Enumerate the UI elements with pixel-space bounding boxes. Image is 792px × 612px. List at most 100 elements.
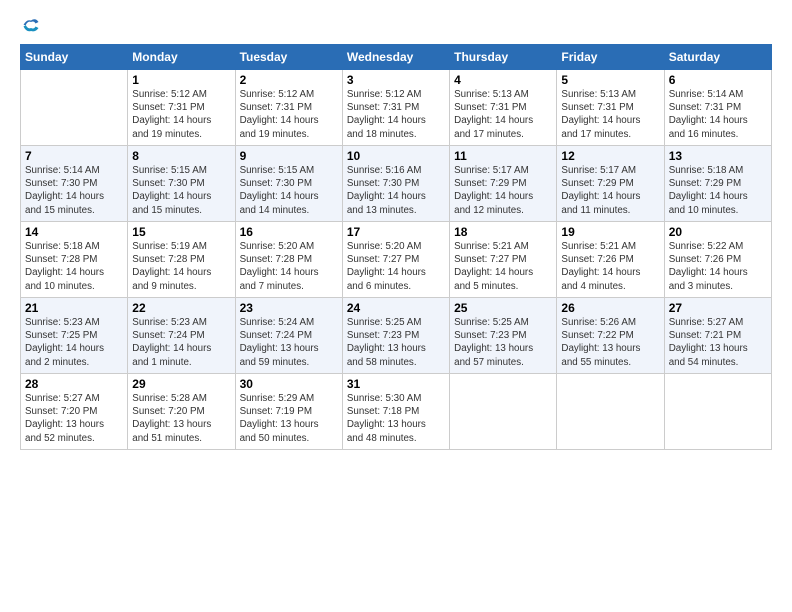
day-info: Sunrise: 5:20 AMSunset: 7:27 PMDaylight:… bbox=[347, 240, 445, 293]
day-number: 5 bbox=[561, 73, 659, 87]
day-number: 7 bbox=[25, 149, 123, 163]
calendar-header-wednesday: Wednesday bbox=[342, 45, 449, 70]
calendar-cell bbox=[664, 374, 771, 450]
day-info: Sunrise: 5:17 AMSunset: 7:29 PMDaylight:… bbox=[454, 164, 552, 217]
day-info: Sunrise: 5:18 AMSunset: 7:28 PMDaylight:… bbox=[25, 240, 123, 293]
day-info: Sunrise: 5:18 AMSunset: 7:29 PMDaylight:… bbox=[669, 164, 767, 217]
calendar-week-row: 14Sunrise: 5:18 AMSunset: 7:28 PMDayligh… bbox=[21, 222, 772, 298]
day-info: Sunrise: 5:25 AMSunset: 7:23 PMDaylight:… bbox=[347, 316, 445, 369]
day-number: 30 bbox=[240, 377, 338, 391]
calendar-header-monday: Monday bbox=[128, 45, 235, 70]
day-number: 26 bbox=[561, 301, 659, 315]
day-info: Sunrise: 5:23 AMSunset: 7:24 PMDaylight:… bbox=[132, 316, 230, 369]
day-info: Sunrise: 5:17 AMSunset: 7:29 PMDaylight:… bbox=[561, 164, 659, 217]
calendar-cell: 15Sunrise: 5:19 AMSunset: 7:28 PMDayligh… bbox=[128, 222, 235, 298]
calendar-week-row: 28Sunrise: 5:27 AMSunset: 7:20 PMDayligh… bbox=[21, 374, 772, 450]
day-info: Sunrise: 5:13 AMSunset: 7:31 PMDaylight:… bbox=[561, 88, 659, 141]
calendar-cell: 26Sunrise: 5:26 AMSunset: 7:22 PMDayligh… bbox=[557, 298, 664, 374]
day-info: Sunrise: 5:14 AMSunset: 7:31 PMDaylight:… bbox=[669, 88, 767, 141]
day-number: 2 bbox=[240, 73, 338, 87]
day-number: 25 bbox=[454, 301, 552, 315]
day-info: Sunrise: 5:27 AMSunset: 7:21 PMDaylight:… bbox=[669, 316, 767, 369]
calendar-cell bbox=[450, 374, 557, 450]
day-number: 29 bbox=[132, 377, 230, 391]
day-number: 20 bbox=[669, 225, 767, 239]
day-info: Sunrise: 5:26 AMSunset: 7:22 PMDaylight:… bbox=[561, 316, 659, 369]
day-info: Sunrise: 5:22 AMSunset: 7:26 PMDaylight:… bbox=[669, 240, 767, 293]
calendar-cell: 22Sunrise: 5:23 AMSunset: 7:24 PMDayligh… bbox=[128, 298, 235, 374]
calendar-cell: 27Sunrise: 5:27 AMSunset: 7:21 PMDayligh… bbox=[664, 298, 771, 374]
calendar-week-row: 21Sunrise: 5:23 AMSunset: 7:25 PMDayligh… bbox=[21, 298, 772, 374]
day-info: Sunrise: 5:29 AMSunset: 7:19 PMDaylight:… bbox=[240, 392, 338, 445]
calendar-week-row: 7Sunrise: 5:14 AMSunset: 7:30 PMDaylight… bbox=[21, 146, 772, 222]
calendar-cell: 21Sunrise: 5:23 AMSunset: 7:25 PMDayligh… bbox=[21, 298, 128, 374]
day-info: Sunrise: 5:12 AMSunset: 7:31 PMDaylight:… bbox=[240, 88, 338, 141]
day-number: 8 bbox=[132, 149, 230, 163]
calendar-header-thursday: Thursday bbox=[450, 45, 557, 70]
calendar-cell: 29Sunrise: 5:28 AMSunset: 7:20 PMDayligh… bbox=[128, 374, 235, 450]
calendar-header-sunday: Sunday bbox=[21, 45, 128, 70]
calendar-cell: 13Sunrise: 5:18 AMSunset: 7:29 PMDayligh… bbox=[664, 146, 771, 222]
day-info: Sunrise: 5:14 AMSunset: 7:30 PMDaylight:… bbox=[25, 164, 123, 217]
day-number: 14 bbox=[25, 225, 123, 239]
calendar-cell: 1Sunrise: 5:12 AMSunset: 7:31 PMDaylight… bbox=[128, 70, 235, 146]
day-number: 16 bbox=[240, 225, 338, 239]
day-number: 10 bbox=[347, 149, 445, 163]
calendar-cell: 28Sunrise: 5:27 AMSunset: 7:20 PMDayligh… bbox=[21, 374, 128, 450]
calendar-cell bbox=[557, 374, 664, 450]
calendar-cell: 16Sunrise: 5:20 AMSunset: 7:28 PMDayligh… bbox=[235, 222, 342, 298]
day-number: 12 bbox=[561, 149, 659, 163]
calendar-cell: 12Sunrise: 5:17 AMSunset: 7:29 PMDayligh… bbox=[557, 146, 664, 222]
day-info: Sunrise: 5:21 AMSunset: 7:26 PMDaylight:… bbox=[561, 240, 659, 293]
calendar-cell: 23Sunrise: 5:24 AMSunset: 7:24 PMDayligh… bbox=[235, 298, 342, 374]
calendar-cell: 7Sunrise: 5:14 AMSunset: 7:30 PMDaylight… bbox=[21, 146, 128, 222]
day-info: Sunrise: 5:20 AMSunset: 7:28 PMDaylight:… bbox=[240, 240, 338, 293]
calendar-cell: 11Sunrise: 5:17 AMSunset: 7:29 PMDayligh… bbox=[450, 146, 557, 222]
day-number: 24 bbox=[347, 301, 445, 315]
day-info: Sunrise: 5:12 AMSunset: 7:31 PMDaylight:… bbox=[132, 88, 230, 141]
calendar-cell: 10Sunrise: 5:16 AMSunset: 7:30 PMDayligh… bbox=[342, 146, 449, 222]
day-number: 13 bbox=[669, 149, 767, 163]
page-header bbox=[20, 16, 772, 34]
day-number: 15 bbox=[132, 225, 230, 239]
day-info: Sunrise: 5:15 AMSunset: 7:30 PMDaylight:… bbox=[240, 164, 338, 217]
calendar-cell: 2Sunrise: 5:12 AMSunset: 7:31 PMDaylight… bbox=[235, 70, 342, 146]
day-number: 3 bbox=[347, 73, 445, 87]
day-info: Sunrise: 5:13 AMSunset: 7:31 PMDaylight:… bbox=[454, 88, 552, 141]
day-info: Sunrise: 5:25 AMSunset: 7:23 PMDaylight:… bbox=[454, 316, 552, 369]
calendar-week-row: 1Sunrise: 5:12 AMSunset: 7:31 PMDaylight… bbox=[21, 70, 772, 146]
calendar-cell: 30Sunrise: 5:29 AMSunset: 7:19 PMDayligh… bbox=[235, 374, 342, 450]
day-number: 6 bbox=[669, 73, 767, 87]
calendar-cell: 3Sunrise: 5:12 AMSunset: 7:31 PMDaylight… bbox=[342, 70, 449, 146]
day-number: 19 bbox=[561, 225, 659, 239]
day-number: 23 bbox=[240, 301, 338, 315]
day-info: Sunrise: 5:27 AMSunset: 7:20 PMDaylight:… bbox=[25, 392, 123, 445]
day-number: 17 bbox=[347, 225, 445, 239]
calendar-cell: 31Sunrise: 5:30 AMSunset: 7:18 PMDayligh… bbox=[342, 374, 449, 450]
day-info: Sunrise: 5:28 AMSunset: 7:20 PMDaylight:… bbox=[132, 392, 230, 445]
day-number: 22 bbox=[132, 301, 230, 315]
day-number: 4 bbox=[454, 73, 552, 87]
day-number: 18 bbox=[454, 225, 552, 239]
calendar-header-saturday: Saturday bbox=[664, 45, 771, 70]
day-info: Sunrise: 5:23 AMSunset: 7:25 PMDaylight:… bbox=[25, 316, 123, 369]
calendar-cell: 24Sunrise: 5:25 AMSunset: 7:23 PMDayligh… bbox=[342, 298, 449, 374]
day-info: Sunrise: 5:15 AMSunset: 7:30 PMDaylight:… bbox=[132, 164, 230, 217]
calendar-cell: 6Sunrise: 5:14 AMSunset: 7:31 PMDaylight… bbox=[664, 70, 771, 146]
logo bbox=[20, 16, 40, 34]
calendar-cell: 8Sunrise: 5:15 AMSunset: 7:30 PMDaylight… bbox=[128, 146, 235, 222]
day-number: 28 bbox=[25, 377, 123, 391]
day-info: Sunrise: 5:16 AMSunset: 7:30 PMDaylight:… bbox=[347, 164, 445, 217]
logo-icon bbox=[22, 16, 40, 34]
calendar-cell: 17Sunrise: 5:20 AMSunset: 7:27 PMDayligh… bbox=[342, 222, 449, 298]
day-number: 27 bbox=[669, 301, 767, 315]
calendar-cell: 18Sunrise: 5:21 AMSunset: 7:27 PMDayligh… bbox=[450, 222, 557, 298]
day-info: Sunrise: 5:19 AMSunset: 7:28 PMDaylight:… bbox=[132, 240, 230, 293]
calendar-header-tuesday: Tuesday bbox=[235, 45, 342, 70]
day-info: Sunrise: 5:21 AMSunset: 7:27 PMDaylight:… bbox=[454, 240, 552, 293]
calendar-cell: 4Sunrise: 5:13 AMSunset: 7:31 PMDaylight… bbox=[450, 70, 557, 146]
day-info: Sunrise: 5:12 AMSunset: 7:31 PMDaylight:… bbox=[347, 88, 445, 141]
calendar-header-friday: Friday bbox=[557, 45, 664, 70]
calendar-cell: 5Sunrise: 5:13 AMSunset: 7:31 PMDaylight… bbox=[557, 70, 664, 146]
day-number: 1 bbox=[132, 73, 230, 87]
